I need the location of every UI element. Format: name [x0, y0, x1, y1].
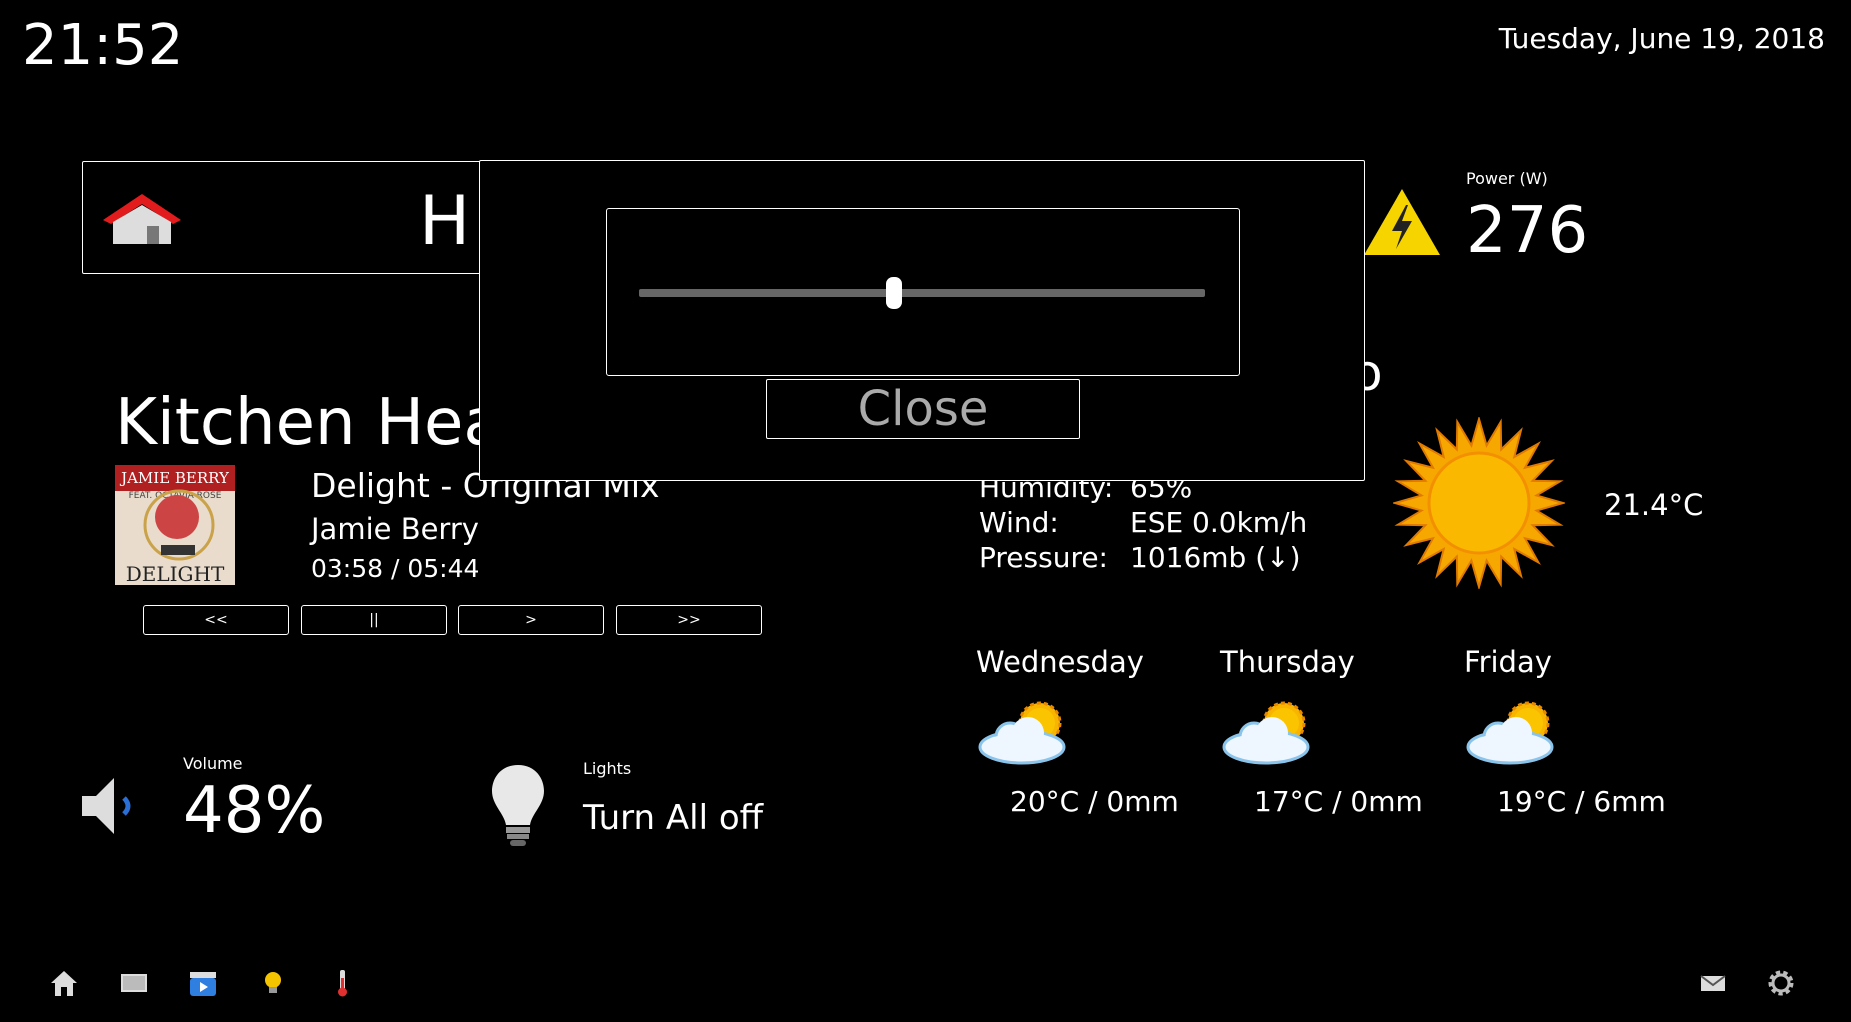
- movie-icon[interactable]: [188, 968, 218, 998]
- track-artist: Jamie Berry: [311, 512, 479, 546]
- volume-label: Volume: [183, 754, 243, 773]
- volume-value[interactable]: 48%: [183, 774, 325, 848]
- close-button[interactable]: Close: [766, 379, 1080, 439]
- forecast-value: 17°C / 0mm: [1254, 785, 1423, 818]
- play-button[interactable]: >: [458, 605, 604, 635]
- media-room-title: Kitchen Hea: [115, 386, 503, 460]
- track-time: 03:58 / 05:44: [311, 554, 480, 583]
- forecast-day: Friday: [1464, 645, 1552, 679]
- album-art-line1: JAMIE BERRY: [119, 469, 230, 487]
- lightbulb-icon[interactable]: [258, 968, 288, 998]
- home-icon[interactable]: [49, 968, 79, 998]
- wind-row: Wind: ESE 0.0km/h: [979, 506, 1307, 539]
- album-art-line3: DELIGHT: [126, 562, 225, 585]
- home-title: H: [419, 182, 471, 261]
- partly-cloudy-icon: [978, 701, 1066, 765]
- current-temperature: 21.4°C: [1604, 488, 1704, 522]
- lights-off-button[interactable]: Turn All off: [583, 798, 763, 838]
- speaker-icon[interactable]: [78, 774, 140, 838]
- volume-dialog: Close: [479, 160, 1365, 481]
- forecast-day: Wednesday: [976, 645, 1144, 679]
- gear-icon[interactable]: [1766, 968, 1796, 998]
- date: Tuesday, June 19, 2018: [1498, 22, 1825, 55]
- sun-icon: [1393, 417, 1565, 589]
- lights-label: Lights: [583, 759, 632, 778]
- thermometer-icon[interactable]: [327, 968, 357, 998]
- pressure-label: Pressure:: [979, 541, 1108, 574]
- album-art: JAMIE BERRY FEAT. OCTAVIA ROSE DELIGHT: [115, 465, 235, 586]
- wind-label: Wind:: [979, 506, 1059, 539]
- power-value: 276: [1466, 194, 1589, 268]
- forecast-value: 20°C / 0mm: [1010, 785, 1179, 818]
- tv-icon[interactable]: [119, 968, 149, 998]
- wind-value: ESE 0.0km/h: [1130, 506, 1308, 539]
- power-label: Power (W): [1466, 169, 1548, 188]
- slider-container: [606, 208, 1240, 376]
- lightning-warning-icon: [1364, 189, 1440, 255]
- volume-slider[interactable]: [639, 277, 1205, 309]
- lightbulb-icon: [492, 765, 544, 846]
- clock: 21:52: [22, 13, 184, 78]
- pause-button[interactable]: ||: [301, 605, 447, 635]
- pressure-value: 1016mb (↓): [1130, 541, 1301, 574]
- partly-cloudy-icon: [1222, 701, 1310, 765]
- house-icon: [103, 194, 181, 244]
- pressure-row: Pressure: 1016mb (↓): [979, 541, 1301, 574]
- slider-thumb[interactable]: [885, 277, 902, 309]
- forecast-day: Thursday: [1220, 645, 1355, 679]
- previous-button[interactable]: <<: [143, 605, 289, 635]
- next-button[interactable]: >>: [616, 605, 762, 635]
- forecast-value: 19°C / 6mm: [1497, 785, 1666, 818]
- partly-cloudy-icon: [1466, 701, 1554, 765]
- mail-icon[interactable]: [1698, 968, 1728, 998]
